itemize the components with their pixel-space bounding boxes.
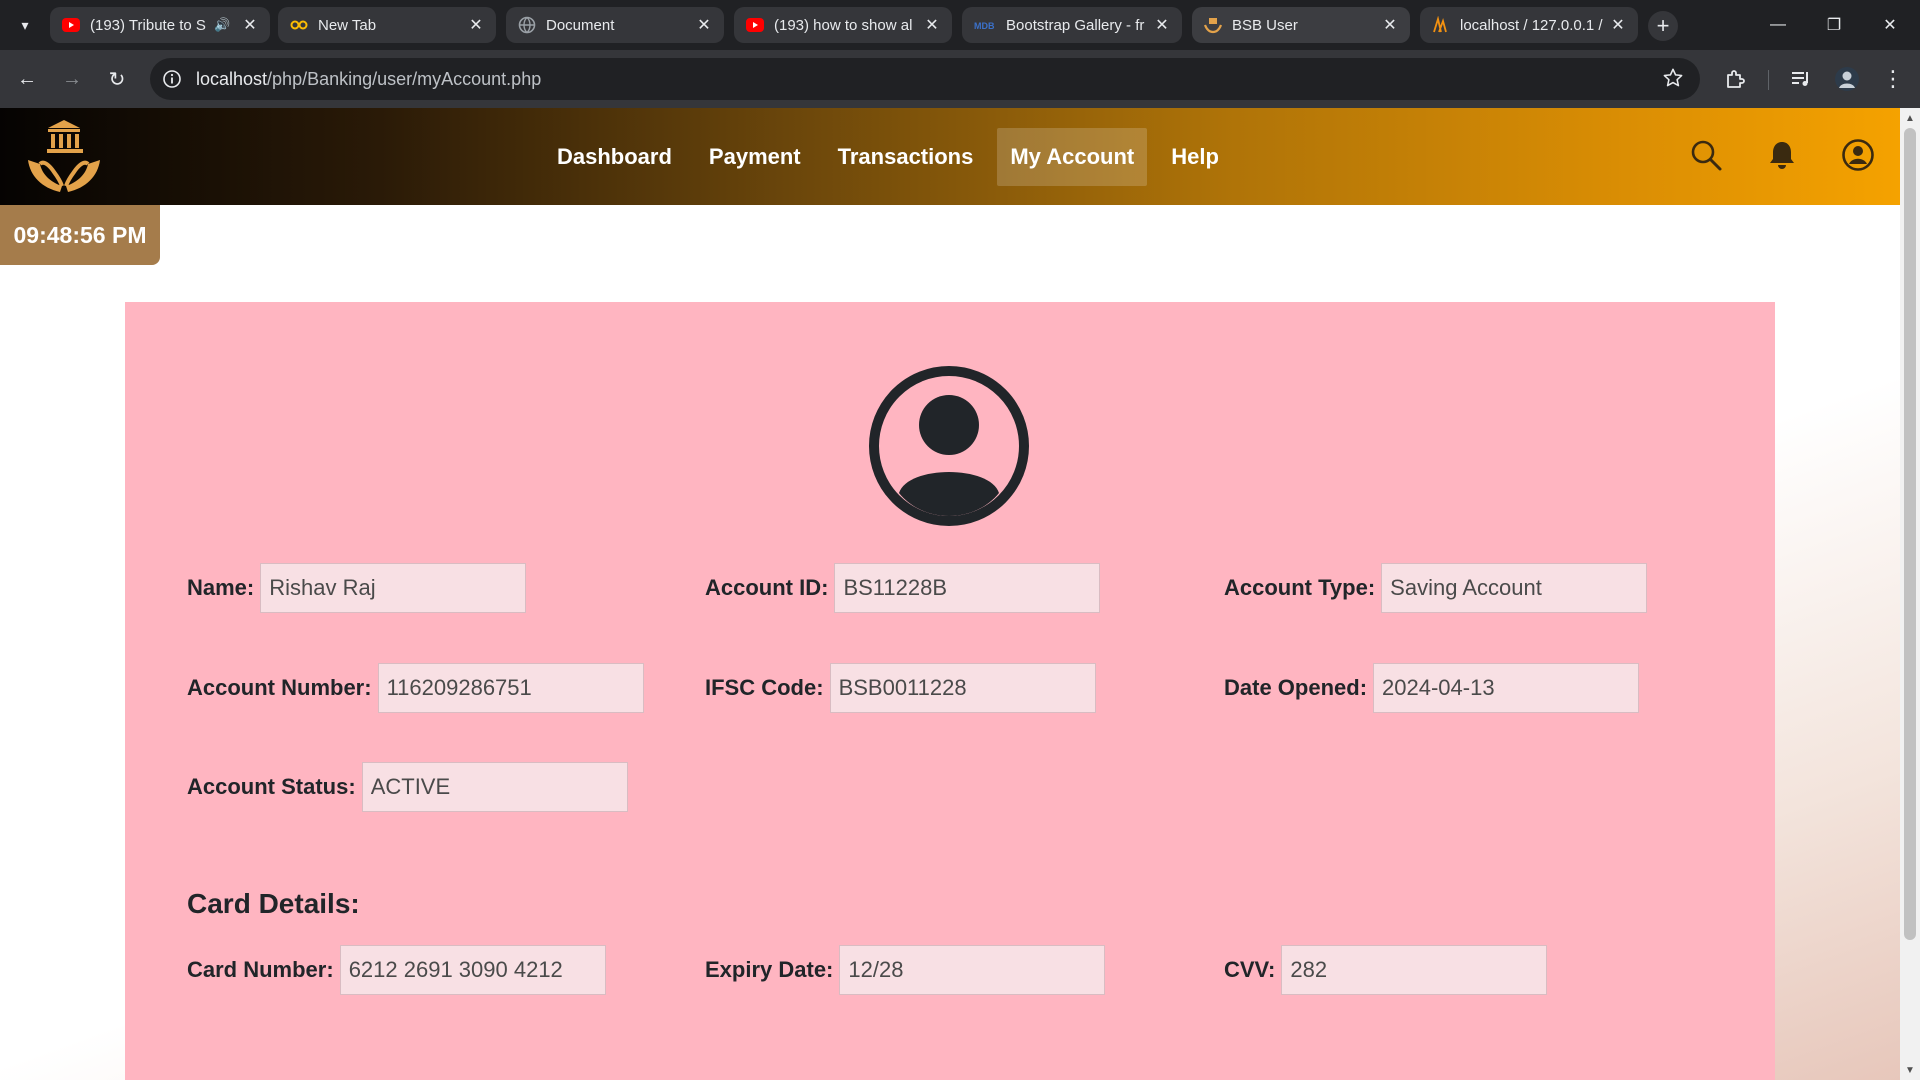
field-date-opened: Date Opened: xyxy=(1224,663,1640,713)
close-tab-icon[interactable]: ✕ xyxy=(1380,15,1400,35)
close-window-icon[interactable]: ✕ xyxy=(1870,10,1910,40)
infinity-icon xyxy=(290,16,308,34)
field-account-number: Account Number: xyxy=(187,663,644,713)
close-tab-icon[interactable]: ✕ xyxy=(694,15,714,35)
close-tab-icon[interactable]: ✕ xyxy=(466,15,486,35)
field-cvv: CVV: xyxy=(1224,945,1548,995)
browser-tab-3[interactable]: Document ✕ xyxy=(506,7,724,43)
new-tab-button[interactable]: + xyxy=(1648,11,1678,41)
field-expiry-date: Expiry Date: xyxy=(705,945,1106,995)
scroll-thumb[interactable] xyxy=(1904,128,1916,940)
nav-help[interactable]: Help xyxy=(1158,128,1232,186)
browser-tab-1[interactable]: (193) Tribute to S 🔊 ✕ xyxy=(50,7,270,43)
profile-avatar[interactable] xyxy=(1834,66,1860,92)
site-header: Dashboard Payment Transactions My Accoun… xyxy=(0,108,1900,205)
field-ifsc-code: IFSC Code: xyxy=(705,663,1096,713)
restore-icon[interactable]: ❐ xyxy=(1814,10,1854,40)
ifsc-code-input[interactable] xyxy=(829,663,1096,713)
expiry-date-label: Expiry Date: xyxy=(705,957,834,982)
expiry-date-input[interactable] xyxy=(839,945,1106,995)
tab-search-chevron-icon[interactable]: ▾ xyxy=(12,12,38,38)
date-opened-label: Date Opened: xyxy=(1224,675,1368,700)
ifsc-code-label: IFSC Code: xyxy=(705,675,824,700)
scroll-up-arrow-icon[interactable]: ▲ xyxy=(1900,108,1920,128)
card-number-label: Card Number: xyxy=(187,957,334,982)
cvv-input[interactable] xyxy=(1281,945,1548,995)
speaker-icon[interactable]: 🔊 xyxy=(214,17,232,33)
account-status-input[interactable] xyxy=(361,762,628,812)
field-account-type: Account Type: xyxy=(1224,563,1648,613)
bank-icon xyxy=(1204,16,1222,34)
date-opened-input[interactable] xyxy=(1373,663,1640,713)
close-tab-icon[interactable]: ✕ xyxy=(1152,15,1172,35)
close-tab-icon[interactable]: ✕ xyxy=(1608,15,1628,35)
nav-payment[interactable]: Payment xyxy=(696,128,814,186)
cvv-label: CVV: xyxy=(1224,957,1276,982)
browser-tab-2[interactable]: New Tab ✕ xyxy=(278,7,496,43)
field-name: Name: xyxy=(187,563,527,613)
name-label: Name: xyxy=(187,575,255,600)
tab-title: BSB User xyxy=(1232,16,1298,34)
browser-tab-5[interactable]: MDB Bootstrap Gallery - fr ✕ xyxy=(962,7,1182,43)
youtube-icon xyxy=(746,16,764,34)
media-controls-icon[interactable] xyxy=(1788,66,1814,92)
tab-title: (193) Tribute to S xyxy=(90,16,206,34)
nav-my-account[interactable]: My Account xyxy=(997,128,1148,186)
nav-transactions[interactable]: Transactions xyxy=(825,128,987,186)
reload-icon[interactable]: ↻ xyxy=(102,64,132,94)
toolbar-divider xyxy=(1768,70,1769,90)
card-number-input[interactable] xyxy=(339,945,606,995)
browser-tab-7[interactable]: localhost / 127.0.0.1 / ✕ xyxy=(1420,7,1638,43)
page-scrollbar[interactable]: ▲ ▼ xyxy=(1900,108,1920,1080)
bank-logo-icon[interactable] xyxy=(22,116,106,198)
bookmark-star-icon[interactable] xyxy=(1662,67,1684,89)
tab-title: (193) how to show al xyxy=(774,16,913,34)
account-id-label: Account ID: xyxy=(705,575,829,600)
tab-title: New Tab xyxy=(318,16,377,34)
user-circle-icon[interactable] xyxy=(1841,138,1875,172)
bell-icon[interactable] xyxy=(1765,138,1799,172)
card-details-heading: Card Details: xyxy=(187,888,360,919)
phpmyadmin-icon xyxy=(1432,16,1450,34)
user-avatar-icon xyxy=(868,365,1030,527)
account-type-input[interactable] xyxy=(1381,563,1648,613)
field-account-id: Account ID: xyxy=(705,563,1101,613)
account-status-label: Account Status: xyxy=(187,774,356,799)
live-clock: 09:48:56 PM xyxy=(0,205,160,265)
youtube-icon xyxy=(62,16,80,34)
url-text: localhost/php/Banking/user/myAccount.php xyxy=(196,69,541,90)
field-card-number: Card Number: xyxy=(187,945,606,995)
browser-toolbar: ← → ↻ localhost/php/Banking/user/myAccou… xyxy=(0,50,1920,108)
account-id-input[interactable] xyxy=(834,563,1101,613)
tab-title: localhost / 127.0.0.1 / xyxy=(1460,16,1603,34)
browser-tab-6[interactable]: BSB User ✕ xyxy=(1192,7,1410,43)
main-nav: Dashboard Payment Transactions My Accoun… xyxy=(544,128,1243,186)
forward-arrow-icon[interactable]: → xyxy=(57,64,87,94)
account-number-input[interactable] xyxy=(377,663,644,713)
tab-title: Bootstrap Gallery - fr xyxy=(1006,16,1145,34)
extensions-puzzle-icon[interactable] xyxy=(1722,66,1748,92)
browser-tab-4[interactable]: (193) how to show al ✕ xyxy=(734,7,952,43)
svg-text:MDB: MDB xyxy=(974,21,995,30)
url-host: localhost xyxy=(196,69,268,89)
field-account-status: Account Status: xyxy=(187,762,628,812)
site-info-icon[interactable] xyxy=(162,69,182,89)
url-path: /php/Banking/user/myAccount.php xyxy=(267,69,542,89)
account-number-label: Account Number: xyxy=(187,675,372,700)
globe-icon xyxy=(518,16,536,34)
back-arrow-icon[interactable]: ← xyxy=(12,64,42,94)
address-bar[interactable]: localhost/php/Banking/user/myAccount.php xyxy=(150,58,1700,100)
nav-dashboard[interactable]: Dashboard xyxy=(544,128,685,186)
close-tab-icon[interactable]: ✕ xyxy=(240,15,260,35)
browser-tab-strip: ▾ (193) Tribute to S 🔊 ✕ New Tab ✕ Docum… xyxy=(0,0,1920,50)
mdb-icon: MDB xyxy=(974,16,996,34)
scroll-down-arrow-icon[interactable]: ▼ xyxy=(1900,1060,1920,1080)
browser-menu-icon[interactable]: ⋮ xyxy=(1880,66,1906,92)
close-tab-icon[interactable]: ✕ xyxy=(922,15,942,35)
minimize-icon[interactable]: — xyxy=(1758,10,1798,40)
tab-title: Document xyxy=(546,16,615,34)
search-icon[interactable] xyxy=(1689,138,1723,172)
name-input[interactable] xyxy=(260,563,527,613)
account-type-label: Account Type: xyxy=(1224,575,1376,600)
